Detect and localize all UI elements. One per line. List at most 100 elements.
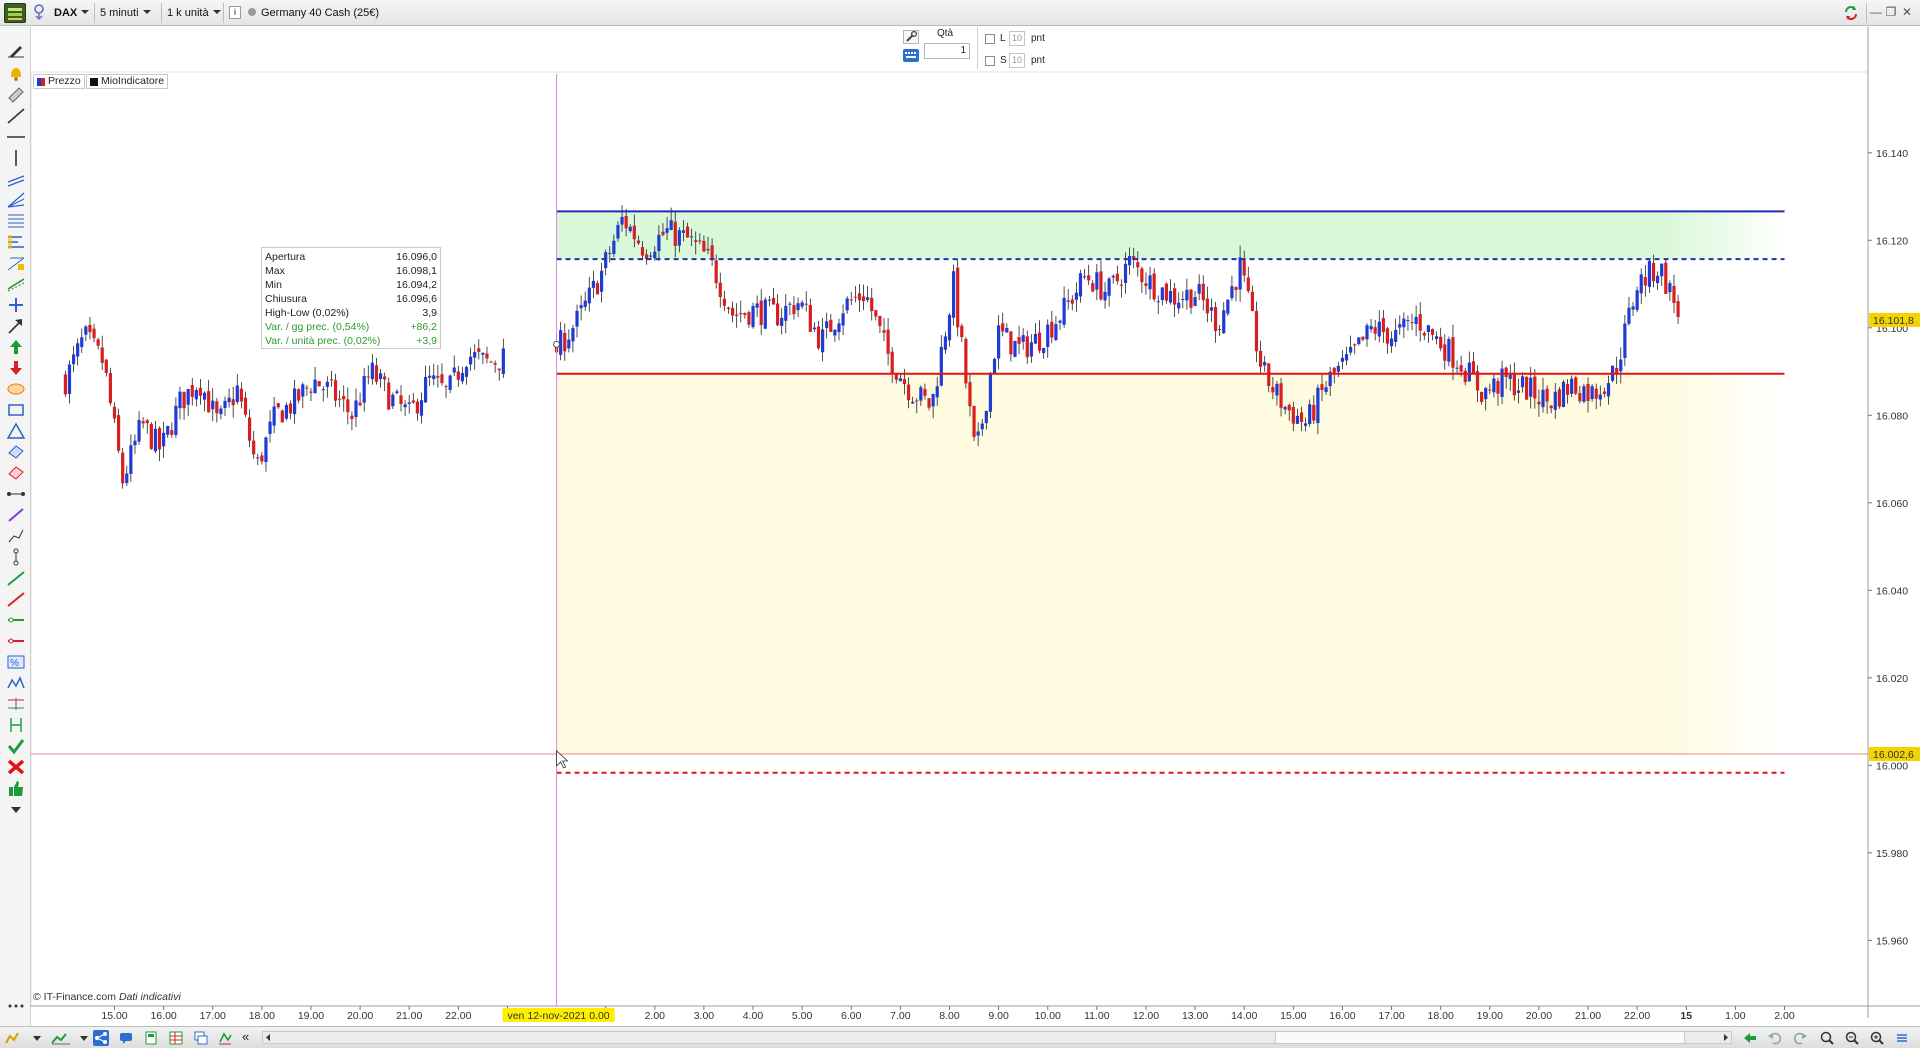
fibonacci-levels-icon[interactable] <box>6 233 26 251</box>
pencil-icon[interactable] <box>6 41 26 59</box>
segment-icon[interactable] <box>6 485 26 503</box>
erase-shape-icon[interactable] <box>6 464 26 482</box>
measure-icon[interactable] <box>6 716 26 734</box>
scroll-left-icon[interactable] <box>263 1032 273 1043</box>
red-line-icon[interactable] <box>6 590 26 608</box>
redo-icon[interactable] <box>1792 1030 1808 1046</box>
legend-item-price[interactable]: Prezzo <box>33 74 85 89</box>
levels-icon[interactable] <box>6 695 26 713</box>
arrow-tool-icon[interactable] <box>6 317 26 335</box>
more-tools-icon[interactable] <box>6 997 26 1015</box>
move-icon[interactable] <box>6 296 26 314</box>
candle-body <box>157 428 162 450</box>
price-axis[interactable]: 16.14016.12016.10016.08016.06016.04016.0… <box>1868 148 1920 948</box>
candle-body <box>350 415 354 420</box>
ruler-icon[interactable] <box>6 85 26 103</box>
triangle-icon[interactable] <box>6 422 26 440</box>
units-selector[interactable]: 1 k unità <box>167 3 221 23</box>
candle-body <box>1508 374 1512 379</box>
candle-body <box>608 252 612 254</box>
candle-body <box>616 224 620 239</box>
candle-body <box>919 387 923 401</box>
chevron-down-icon <box>81 10 90 14</box>
indicator-menu-icon[interactable] <box>4 1030 20 1046</box>
channel-icon[interactable] <box>6 170 26 188</box>
pattern-icon[interactable] <box>6 674 26 692</box>
arrow-up-icon[interactable] <box>6 338 26 356</box>
gann-icon[interactable] <box>6 254 26 272</box>
purple-line-icon[interactable] <box>6 506 26 524</box>
candle-body <box>640 247 645 256</box>
price-swatch-icon <box>37 78 45 86</box>
polyline-icon[interactable] <box>6 527 26 545</box>
candle-body <box>133 440 137 446</box>
candle-body <box>984 410 988 424</box>
fibonacci-retracement-icon[interactable] <box>6 212 26 230</box>
zoom-out-icon[interactable] <box>1844 1030 1860 1046</box>
minimize-icon[interactable]: — <box>1869 5 1883 19</box>
info-value: 16.096,6 <box>396 293 437 305</box>
thumbs-up-icon[interactable] <box>6 779 26 797</box>
zoom-in-icon[interactable] <box>1869 1030 1885 1046</box>
info-button[interactable]: i <box>229 6 241 19</box>
info-icon: i <box>234 7 236 17</box>
chat-icon[interactable] <box>118 1030 134 1046</box>
scroll-thumb[interactable] <box>1275 1032 1685 1043</box>
alert-bell-icon[interactable] <box>6 64 26 82</box>
candle-body <box>657 234 661 252</box>
green-line-icon[interactable] <box>6 569 26 587</box>
sync-icon[interactable] <box>1842 4 1860 22</box>
short-checkbox[interactable] <box>985 56 995 66</box>
chevron-down-icon[interactable] <box>32 1030 42 1046</box>
symbol-settings-icon[interactable] <box>33 3 47 23</box>
scroll-right-icon[interactable] <box>1721 1032 1731 1043</box>
long-points-input[interactable]: 10 <box>1009 31 1025 46</box>
horizontal-line-icon[interactable] <box>6 128 26 146</box>
windows-icon[interactable] <box>193 1030 209 1046</box>
symbol-selector[interactable]: DAX <box>54 3 90 23</box>
vertical-line-icon[interactable] <box>6 149 26 167</box>
back-to-now-icon[interactable] <box>1742 1030 1758 1046</box>
long-checkbox[interactable] <box>985 34 995 44</box>
app-logo-icon[interactable] <box>4 3 26 23</box>
wrench-icon[interactable] <box>903 30 919 44</box>
candle-body <box>489 361 493 363</box>
trendline-icon[interactable] <box>6 107 26 125</box>
table-icon[interactable] <box>168 1030 184 1046</box>
settings-menu-icon[interactable] <box>1894 1030 1910 1046</box>
arrow-down-icon[interactable] <box>6 359 26 377</box>
ellipse-icon[interactable] <box>6 380 26 398</box>
share-icon[interactable] <box>93 1030 109 1046</box>
regression-icon[interactable] <box>6 275 26 293</box>
parallelogram-icon[interactable] <box>6 443 26 461</box>
calculator-icon[interactable] <box>143 1030 159 1046</box>
zoom-area-icon[interactable] <box>1819 1030 1835 1046</box>
candle-body <box>833 329 837 336</box>
qty-input[interactable]: 1 <box>924 43 970 59</box>
vertical-segment-icon[interactable] <box>6 548 26 566</box>
rectangle-icon[interactable] <box>6 401 26 419</box>
fibonacci-fan-icon[interactable] <box>6 191 26 209</box>
restore-icon[interactable]: ❐ <box>1884 5 1898 19</box>
chart-type-icon[interactable] <box>50 1030 72 1046</box>
chevron-down-icon[interactable] <box>79 1030 89 1046</box>
short-points-input[interactable]: 10 <box>1009 53 1025 68</box>
keyboard-icon[interactable] <box>903 49 919 62</box>
undo-icon[interactable] <box>1767 1030 1783 1046</box>
percent-icon[interactable]: % <box>6 653 26 671</box>
green-horizontal-icon[interactable] <box>6 611 26 629</box>
sidebar-expand-icon[interactable] <box>6 801 26 819</box>
scroll-left-fast-icon[interactable]: « <box>242 1030 254 1046</box>
time-axis[interactable]: 15.00 16.00 17.00 18.00 19.00 20.00 21.00 22.00… <box>101 1006 1795 1022</box>
time-scrollbar[interactable] <box>262 1031 1732 1044</box>
delete-icon[interactable] <box>6 758 26 776</box>
candle-body <box>1156 301 1160 303</box>
price-chart[interactable]: 16.14016.12016.10016.08016.06016.04016.0… <box>0 0 1920 1048</box>
compare-icon[interactable] <box>217 1030 233 1046</box>
close-icon[interactable]: ✕ <box>1900 5 1914 19</box>
red-horizontal-icon[interactable] <box>6 632 26 650</box>
timeframe-selector[interactable]: 5 minuti <box>100 3 151 23</box>
checkmark-icon[interactable] <box>6 737 26 755</box>
x-tick-label: 22.00 <box>445 1010 471 1022</box>
legend-item-indicator[interactable]: MioIndicatore <box>86 74 169 89</box>
